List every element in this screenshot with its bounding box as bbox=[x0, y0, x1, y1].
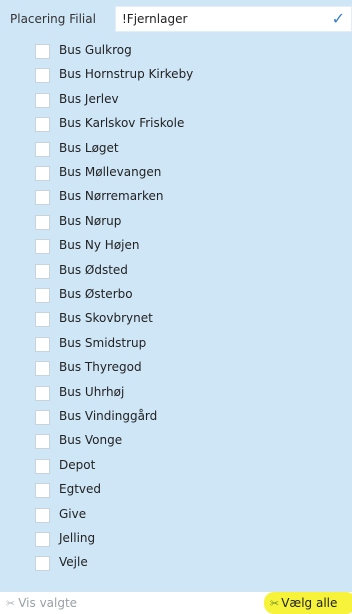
list-item[interactable]: Bus Vindinggård bbox=[35, 406, 335, 429]
list-item[interactable]: Bus Østerbo bbox=[35, 284, 335, 307]
show-selected-label: Vis valgte bbox=[18, 596, 78, 610]
list-item-label: Bus Nørup bbox=[59, 213, 122, 228]
list-item-label: Bus Jerlev bbox=[59, 91, 119, 106]
checkbox[interactable] bbox=[35, 44, 50, 59]
checkbox[interactable] bbox=[35, 288, 50, 303]
checkbox[interactable] bbox=[35, 92, 50, 108]
checkbox[interactable] bbox=[35, 361, 50, 377]
list-item[interactable]: Bus Skovbrynet bbox=[35, 308, 335, 331]
filter-panel: Placering Filial !Fjernlager ✓ Bus Gulkr… bbox=[0, 0, 352, 614]
list-item-label: Bus Uhrhøj bbox=[59, 384, 125, 399]
list-item-label: Bus Møllevangen bbox=[59, 165, 162, 179]
checkbox[interactable] bbox=[35, 556, 50, 572]
checkbox[interactable] bbox=[35, 68, 50, 84]
list-item[interactable]: Bus Karlskov Friskole bbox=[35, 113, 335, 136]
checkbox[interactable] bbox=[35, 434, 50, 450]
list-item[interactable]: Bus Smidstrup bbox=[35, 333, 335, 356]
filter-label: Placering Filial bbox=[10, 12, 96, 26]
show-selected-button[interactable]: ✂ Vis valgte bbox=[6, 596, 77, 610]
list-item[interactable]: Bus Jerlev bbox=[35, 89, 335, 112]
select-all-icon: ✂ bbox=[270, 597, 280, 610]
select-all-button[interactable]: ✂ Vælg alle bbox=[264, 592, 352, 614]
list-item[interactable]: Vejle bbox=[35, 552, 335, 575]
list-item-label: Bus Løget bbox=[59, 140, 119, 155]
checkbox[interactable] bbox=[35, 410, 50, 425]
checkbox[interactable] bbox=[35, 336, 50, 352]
list-item-label: Jelling bbox=[59, 531, 96, 545]
list-item[interactable]: Give bbox=[35, 504, 335, 527]
list-item[interactable]: Bus Ødsted bbox=[35, 260, 335, 283]
filter-input[interactable]: !Fjernlager ✓ bbox=[115, 6, 352, 32]
filter-value: !Fjernlager bbox=[122, 12, 188, 26]
list-item-label: Bus Nørremarken bbox=[59, 189, 164, 204]
list-item-label: Give bbox=[59, 506, 87, 521]
checkbox[interactable] bbox=[35, 141, 50, 157]
list-item[interactable]: Bus Løget bbox=[35, 138, 335, 161]
list-item[interactable]: Depot bbox=[35, 455, 335, 478]
checkbox[interactable] bbox=[35, 507, 50, 523]
list-item-label: Bus Vonge bbox=[59, 433, 123, 448]
list-item-label: Bus Karlskov Friskole bbox=[59, 116, 185, 131]
checkbox[interactable] bbox=[35, 532, 50, 547]
checkbox[interactable] bbox=[35, 190, 50, 206]
option-list: Bus Gulkrog Bus Hornstrup Kirkeby Bus Jerl… bbox=[0, 40, 352, 592]
list-item-label: Bus Gulkrog bbox=[59, 43, 132, 57]
checkbox[interactable] bbox=[35, 166, 50, 181]
list-item-label: Bus Østerbo bbox=[59, 287, 133, 301]
list-item[interactable]: Bus Uhrhøj bbox=[35, 382, 335, 405]
checkbox[interactable] bbox=[35, 458, 50, 474]
select-all-label: Vælg alle bbox=[281, 596, 338, 610]
list-item-label: Bus Skovbrynet bbox=[59, 311, 153, 326]
list-item[interactable]: Bus Thyregod bbox=[35, 357, 335, 380]
list-item[interactable]: Bus Nørremarken bbox=[35, 186, 335, 209]
list-item-label: Egtved bbox=[59, 482, 102, 497]
filter-header: Placering Filial !Fjernlager ✓ bbox=[0, 0, 352, 38]
checkbox[interactable] bbox=[35, 312, 50, 328]
list-item[interactable]: Bus Nørup bbox=[35, 211, 335, 234]
list-item[interactable]: Egtved bbox=[35, 479, 335, 502]
checkbox[interactable] bbox=[35, 385, 50, 401]
filter-footer: ✂ Vis valgte ✂ Vælg alle bbox=[0, 592, 352, 614]
checkbox[interactable] bbox=[35, 214, 50, 230]
checkbox[interactable] bbox=[35, 117, 50, 133]
list-item[interactable]: Bus Hornstrup Kirkeby bbox=[35, 64, 335, 87]
list-item-label: Depot bbox=[59, 457, 96, 472]
show-selected-icon: ✂ bbox=[6, 597, 16, 610]
check-icon[interactable]: ✓ bbox=[332, 9, 345, 28]
list-item-label: Bus Smidstrup bbox=[59, 335, 147, 350]
list-item-label: Bus Ny Højen bbox=[59, 238, 140, 253]
checkbox[interactable] bbox=[35, 263, 50, 279]
list-item[interactable]: Bus Vonge bbox=[35, 430, 335, 453]
checkbox[interactable] bbox=[35, 239, 50, 255]
checkbox[interactable] bbox=[35, 483, 50, 499]
list-item-label: Vejle bbox=[59, 555, 88, 570]
list-item-label: Bus Hornstrup Kirkeby bbox=[59, 67, 194, 82]
list-item-label: Bus Vindinggård bbox=[59, 409, 158, 423]
list-item-label: Bus Thyregod bbox=[59, 360, 142, 375]
list-item[interactable]: Bus Gulkrog bbox=[35, 40, 335, 63]
list-item[interactable]: Bus Møllevangen bbox=[35, 162, 335, 185]
list-item[interactable]: Bus Ny Højen bbox=[35, 235, 335, 258]
list-item-label: Bus Ødsted bbox=[59, 262, 128, 277]
list-item[interactable]: Jelling bbox=[35, 528, 335, 551]
